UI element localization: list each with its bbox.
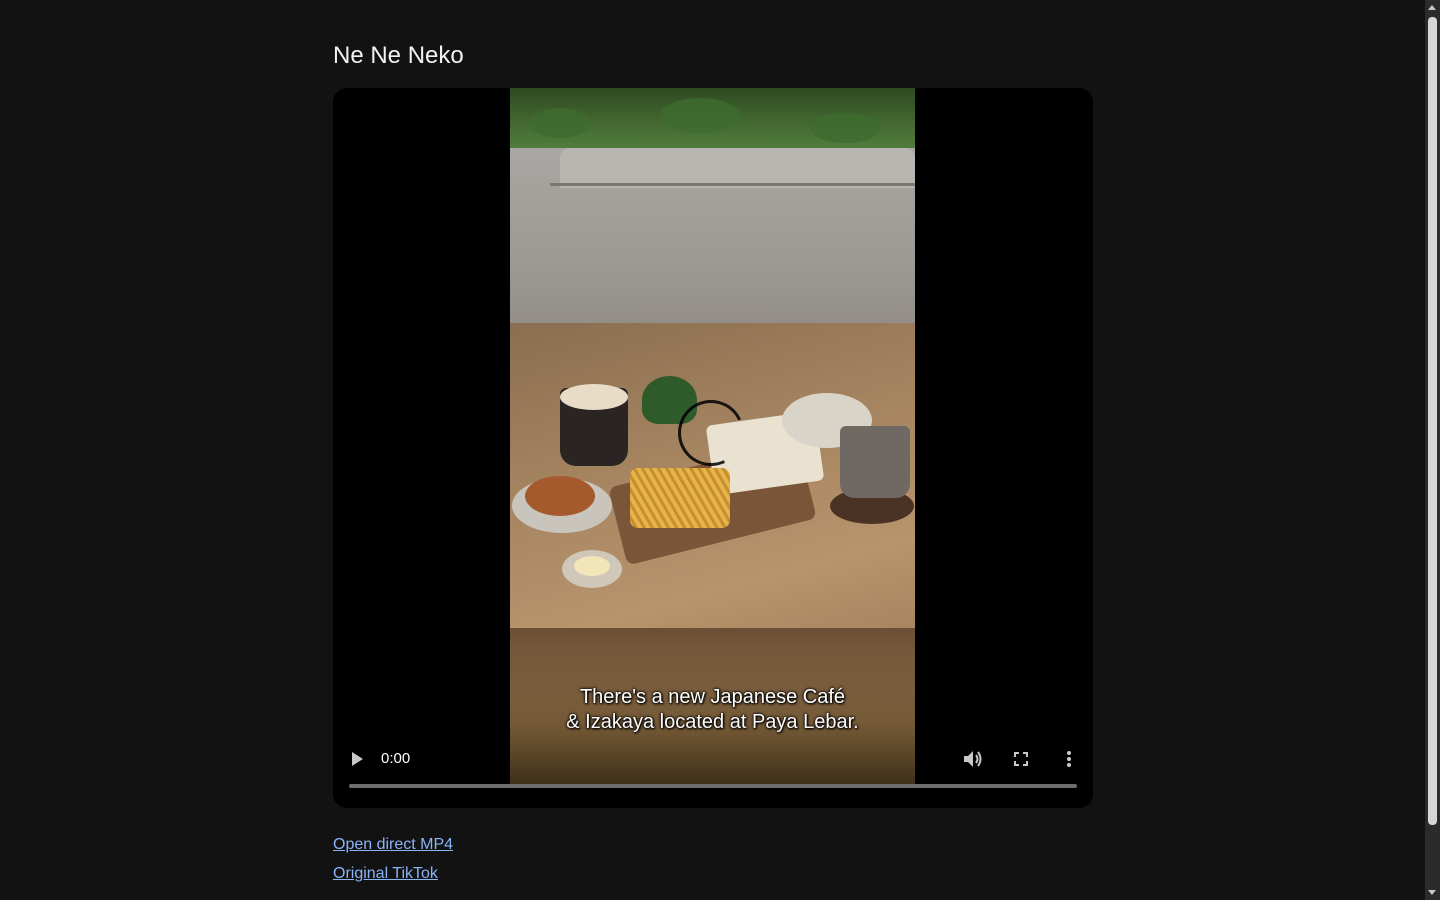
scrollbar-thumb[interactable]	[1428, 17, 1437, 825]
scrollbar[interactable]	[1425, 0, 1440, 900]
video-player[interactable]: There's a new Japanese Café & Izakaya lo…	[333, 88, 1093, 808]
fullscreen-icon	[1014, 752, 1028, 766]
original-tiktok-link[interactable]: Original TikTok	[333, 863, 453, 885]
volume-icon	[964, 751, 982, 767]
video-scene-bench-top	[560, 148, 915, 188]
mute-button[interactable]	[959, 745, 987, 773]
video-scene-leaf	[530, 108, 590, 138]
caption-line: There's a new Japanese Café	[579, 686, 846, 708]
video-scene-fries	[630, 468, 730, 528]
play-icon	[352, 752, 363, 766]
time-display: 0:00	[381, 750, 411, 767]
video-scene-leaf	[810, 113, 880, 143]
play-button[interactable]	[343, 745, 371, 773]
video-scene-glass	[840, 426, 910, 498]
video-scene-sauce	[574, 556, 610, 576]
video-scene-latte	[560, 384, 628, 410]
video-scene-bench-seam	[550, 183, 915, 186]
page-title: Ne Ne Neko	[333, 42, 464, 69]
scroll-up-arrow-icon[interactable]	[1428, 5, 1436, 10]
more-vert-icon	[1067, 751, 1071, 767]
more-options-button[interactable]	[1055, 745, 1083, 773]
open-direct-mp4-link[interactable]: Open direct MP4	[333, 834, 453, 856]
scroll-down-arrow-icon[interactable]	[1428, 890, 1436, 895]
progress-bar[interactable]	[349, 784, 1077, 788]
video-scene-leaf	[660, 98, 740, 133]
link-list: Open direct MP4 Original TikTok	[333, 834, 453, 892]
fullscreen-button[interactable]	[1007, 745, 1035, 773]
video-scene-shrimp	[525, 476, 595, 516]
